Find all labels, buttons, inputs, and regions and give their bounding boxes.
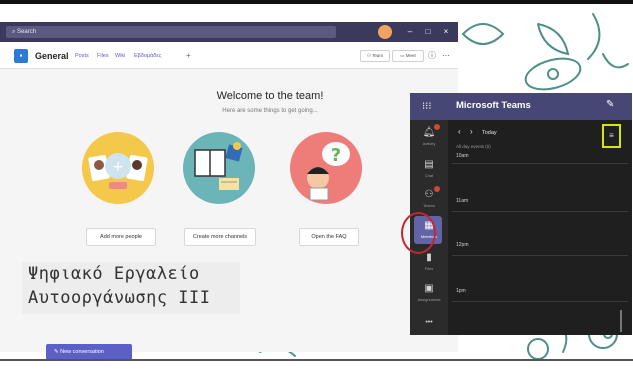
maximize-button[interactable]: □ [422,25,434,39]
calendar-menu-highlight[interactable]: ≡ [602,124,621,148]
team-icon: ▪ [14,49,28,63]
new-conversation-button[interactable]: ✎ New conversation [46,344,132,360]
hour-10am: 10am [456,153,469,159]
open-faq-button[interactable]: Open the FAQ [299,228,359,246]
files-icon[interactable]: ▮ [421,252,437,264]
team-button[interactable]: ⚇ Team [360,50,390,62]
add-more-people-button[interactable]: Add more people [86,228,156,246]
nav-chat: Chat [424,173,434,178]
slide-title-line-2: Αυτοοργάνωσης III [28,288,211,308]
welcome-subtitle: Here are some things to get going... [222,108,318,114]
hour-12pm: 12pm [456,242,469,248]
slide-bottom-border [0,359,633,361]
teams-mobile-window: ⁝⁝⁝ Microsoft Teams ✎ 🔔︎ Activity ▤ Chat… [410,93,632,335]
hamburger-menu-icon: ≡ [609,131,614,140]
svg-text:?: ? [331,145,341,166]
mobile-header: ⁝⁝⁝ Microsoft Teams ✎ [410,93,632,120]
info-icon[interactable]: ⓘ [428,50,436,62]
more-options-icon[interactable]: ⋯ [442,50,450,62]
app-grid-icon[interactable]: ⁝⁝⁝ [422,101,432,112]
close-button[interactable]: × [440,25,452,39]
create-channels-illustration [183,132,255,204]
minimize-button[interactable]: – [404,25,416,39]
scrollbar[interactable] [620,310,622,332]
meetings-highlight-circle [401,212,436,254]
svg-text:+: + [112,159,124,175]
nav-activity: Activity [422,141,436,146]
meet-button-label: Meet [405,53,416,58]
nav-files: Files [424,266,434,271]
slide-title-line-1: Ψηφιακό Εργαλείο [28,264,200,284]
create-more-channels-button[interactable]: Create more channels [184,228,256,246]
hour-1pm: 1pm [456,288,466,294]
chat-icon[interactable]: ▤ [421,159,437,171]
hour-divider [452,163,628,164]
hour-divider [452,211,628,212]
calendar-day-label: Today [482,130,497,136]
search-input[interactable]: ⌕ Search [6,26,336,38]
new-conversation-label: New conversation [60,349,104,355]
tab-weeks[interactable]: Εβδομάδες [134,50,161,62]
title-bar: ⌕ Search – □ × [0,22,458,42]
user-avatar[interactable] [378,25,392,39]
prev-day-icon[interactable]: ‹ [458,128,461,136]
more-apps-icon[interactable]: ••• [410,319,448,326]
hour-divider [452,301,628,302]
activity-badge [434,124,440,130]
hour-divider [452,255,628,256]
compose-icon: ✎ [54,349,61,355]
tab-files[interactable]: Files [97,50,109,62]
next-day-icon[interactable]: › [470,128,473,136]
all-day-events: All day events (0) [456,144,491,149]
hour-11am: 11am [456,198,469,204]
add-people-illustration: + [82,132,154,204]
nav-assignments: Assignments [417,297,441,302]
nav-teams: Teams [423,203,435,208]
tab-posts[interactable]: Posts [75,50,89,62]
search-placeholder: Search [17,29,37,35]
channel-name: General [35,51,69,61]
faq-illustration: ? [290,132,362,204]
mobile-app-title: Microsoft Teams [456,100,531,111]
teams-badge [434,186,440,192]
team-button-label: Team [372,53,384,58]
tab-wiki[interactable]: Wiki [115,50,125,62]
compose-meeting-icon[interactable]: ✎ [606,99,614,110]
add-tab-button[interactable]: + [186,50,191,62]
meet-button[interactable]: ▭ Meet [392,50,424,62]
assignments-icon[interactable]: ▣ [421,283,437,295]
welcome-title: Welcome to the team! [216,90,324,102]
